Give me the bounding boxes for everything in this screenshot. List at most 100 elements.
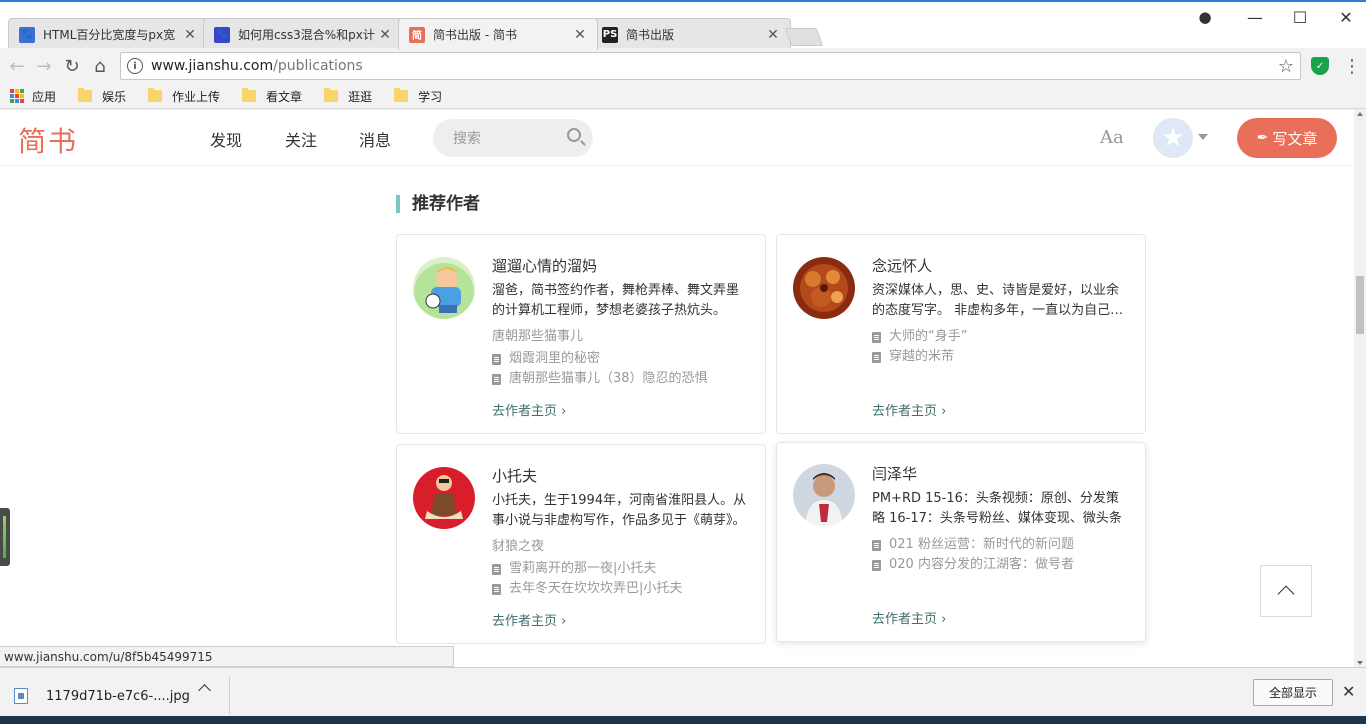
- tab-title: 如何用css3混合%和px计: [238, 28, 375, 42]
- author-homepage-link[interactable]: 去作者主页 ›: [872, 400, 946, 419]
- browser-menu-icon[interactable]: ⋮: [1343, 56, 1361, 77]
- write-button-label: 写文章: [1272, 129, 1318, 148]
- download-item[interactable]: 1179d71b-e7c6-....jpg: [14, 682, 190, 710]
- author-card[interactable]: 闫泽华 PM+RD 15-16：头条视频：原创、分发策略 16-17：头条号粉丝…: [776, 442, 1146, 642]
- write-article-button[interactable]: ✒ 写文章: [1237, 118, 1337, 158]
- info-icon[interactable]: i: [127, 58, 143, 74]
- document-icon: [492, 353, 501, 365]
- note-title: 020 内容分发的江湖客：做号者: [889, 557, 1074, 572]
- close-tab-icon[interactable]: ✕: [378, 27, 392, 43]
- user-avatar[interactable]: ★: [1153, 118, 1193, 158]
- extension-shield-icon[interactable]: ✓: [1311, 57, 1329, 75]
- author-avatar[interactable]: [793, 464, 855, 526]
- note-link[interactable]: 雪莉离开的那一夜|小托夫: [492, 559, 752, 579]
- author-card[interactable]: 小托夫 小托夫，生于1994年，河南省淮阳县人。从事小说与非虚构写作，作品多见于…: [396, 444, 766, 644]
- nav-follow[interactable]: 关注: [285, 127, 317, 151]
- tab-title: 简书出版: [626, 28, 675, 42]
- bookmark-folder-5[interactable]: 学习: [394, 88, 442, 105]
- bookmark-folder-4[interactable]: 逛逛: [324, 88, 372, 105]
- note-link[interactable]: 唐朝那些猫事儿（38）隐忍的恐惧: [492, 369, 752, 389]
- author-homepage-link[interactable]: 去作者主页 ›: [872, 608, 946, 627]
- address-bar[interactable]: i www.jianshu.com/publications ☆: [120, 52, 1301, 80]
- note-link[interactable]: 烟霞洞里的秘密: [492, 349, 752, 369]
- author-description-text: 资深媒体人，思、史、诗皆是爱好，以业余的态度写字。 非虚构多年，一直以为自己是写…: [872, 283, 1124, 318]
- reload-icon[interactable]: ↻: [61, 55, 83, 77]
- note-link[interactable]: 去年冬天在坎坎坎弄巴|小托夫: [492, 579, 752, 599]
- author-avatar[interactable]: [413, 257, 475, 319]
- close-tab-icon[interactable]: ✕: [183, 27, 197, 43]
- bookmark-folder-2[interactable]: 作业上传: [148, 88, 220, 105]
- author-name[interactable]: 闫泽华: [872, 463, 917, 484]
- bookmark-label: 学习: [418, 89, 443, 104]
- browser-tab-3-active[interactable]: 简 简书出版 - 简书 ✕: [398, 18, 598, 50]
- bookmark-folder-3[interactable]: 看文章: [242, 88, 302, 105]
- bookmarks-bar: 应用 娱乐 作业上传 看文章 逛逛 学习: [0, 84, 1366, 109]
- author-notes: 烟霞洞里的秘密 唐朝那些猫事儿（38）隐忍的恐惧: [492, 349, 752, 389]
- home-icon[interactable]: ⌂: [89, 55, 111, 77]
- bookmark-label: 娱乐: [102, 89, 127, 104]
- bookmark-apps[interactable]: 应用: [10, 88, 56, 105]
- search-icon[interactable]: [567, 128, 581, 142]
- scroll-up-arrow-icon[interactable]: [1357, 112, 1363, 116]
- chevron-down-icon[interactable]: [1198, 134, 1208, 140]
- note-title: 大师的“身手”: [889, 329, 968, 344]
- document-icon: [492, 563, 501, 575]
- scrollbar-thumb[interactable]: [1356, 276, 1364, 334]
- browser-tab-2[interactable]: 🐾 如何用css3混合%和px计 ✕: [203, 18, 403, 50]
- apps-grid-icon: [10, 89, 24, 103]
- author-card[interactable]: 念远怀人 资深媒体人，思、史、诗皆是爱好，以业余的态度写字。 非虚构多年，一直以…: [776, 234, 1146, 434]
- bookmark-folder-1[interactable]: 娱乐: [78, 88, 126, 105]
- note-link[interactable]: 021 粉丝运营：新时代的新问题: [872, 535, 1132, 555]
- author-avatar[interactable]: [793, 257, 855, 319]
- author-description: 小托夫，生于1994年，河南省淮阳县人。从事小说与非虚构写作，作品多见于《萌芽》…: [492, 491, 750, 531]
- profile-icon[interactable]: ●: [1182, 8, 1228, 26]
- tab-title: HTML百分比宽度与px宽: [43, 28, 176, 42]
- new-tab-button[interactable]: [784, 28, 824, 46]
- author-card[interactable]: 遛遛心情的溜妈 溜爸，简书签约作者，舞枪弄棒、舞文弄墨的计算机工程师，梦想老婆孩…: [396, 234, 766, 434]
- status-bar-url: www.jianshu.com/u/8f5b45499715: [0, 646, 454, 667]
- download-divider: [229, 676, 230, 714]
- close-tab-icon[interactable]: ✕: [573, 27, 587, 43]
- side-widget-handle[interactable]: [0, 508, 10, 566]
- browser-tab-4[interactable]: PS 简书出版 ✕: [591, 18, 791, 50]
- author-collection[interactable]: 豺狼之夜: [492, 535, 544, 554]
- main-content: 推荐作者 遛遛心情的溜妈 溜爸，简书签约作者，舞枪弄棒、舞文弄墨的计算机工程师，…: [0, 167, 1354, 667]
- chevron-up-icon[interactable]: [198, 684, 211, 697]
- note-link[interactable]: 020 内容分发的江湖客：做号者: [872, 555, 1132, 575]
- close-tab-icon[interactable]: ✕: [766, 27, 780, 43]
- author-name[interactable]: 念远怀人: [872, 255, 932, 276]
- maximize-icon[interactable]: ☐: [1277, 8, 1323, 27]
- back-to-top-button[interactable]: [1260, 565, 1312, 617]
- author-homepage-link[interactable]: 去作者主页 ›: [492, 610, 566, 629]
- author-homepage-link[interactable]: 去作者主页 ›: [492, 400, 566, 419]
- font-settings-toggle[interactable]: Aa: [1100, 127, 1124, 148]
- note-link[interactable]: 穿越的米芾: [872, 347, 1132, 367]
- forward-arrow-icon[interactable]: →: [33, 55, 55, 77]
- page-scrollbar[interactable]: [1354, 110, 1366, 667]
- document-icon: [872, 351, 881, 363]
- author-name[interactable]: 小托夫: [492, 465, 537, 486]
- author-collection[interactable]: 唐朝那些猫事儿: [492, 325, 583, 344]
- author-description: 资深媒体人，思、史、诗皆是爱好，以业余的态度写字。 非虚构多年，一直以为自己是写…: [872, 281, 1130, 321]
- nav-discover[interactable]: 发现: [210, 127, 242, 151]
- nav-messages[interactable]: 消息: [359, 127, 391, 151]
- baidu-paw-icon: 🐾: [19, 26, 35, 43]
- show-all-downloads-button[interactable]: 全部显示: [1253, 679, 1333, 706]
- note-link[interactable]: 大师的“身手”: [872, 327, 1132, 347]
- bookmark-star-icon[interactable]: ☆: [1278, 56, 1294, 77]
- back-arrow-icon[interactable]: ←: [6, 55, 28, 77]
- scroll-down-arrow-icon[interactable]: [1357, 661, 1363, 665]
- tab-title: 简书出版 - 简书: [433, 28, 517, 42]
- note-title: 雪莉离开的那一夜|小托夫: [509, 561, 657, 576]
- minimize-icon[interactable]: —: [1232, 8, 1278, 27]
- jianshu-logo[interactable]: 简书: [18, 120, 78, 160]
- close-window-icon[interactable]: ✕: [1323, 8, 1366, 27]
- author-name[interactable]: 遛遛心情的溜妈: [492, 255, 597, 276]
- quill-icon: ✒: [1256, 130, 1269, 146]
- browser-tab-1[interactable]: 🐾 HTML百分比宽度与px宽 ✕: [8, 18, 208, 50]
- figure-avatar-icon: [413, 467, 475, 529]
- author-avatar[interactable]: [413, 467, 475, 529]
- folder-icon: [148, 88, 163, 102]
- search-input[interactable]: 搜索: [433, 119, 593, 157]
- close-download-bar-icon[interactable]: ✕: [1342, 682, 1355, 701]
